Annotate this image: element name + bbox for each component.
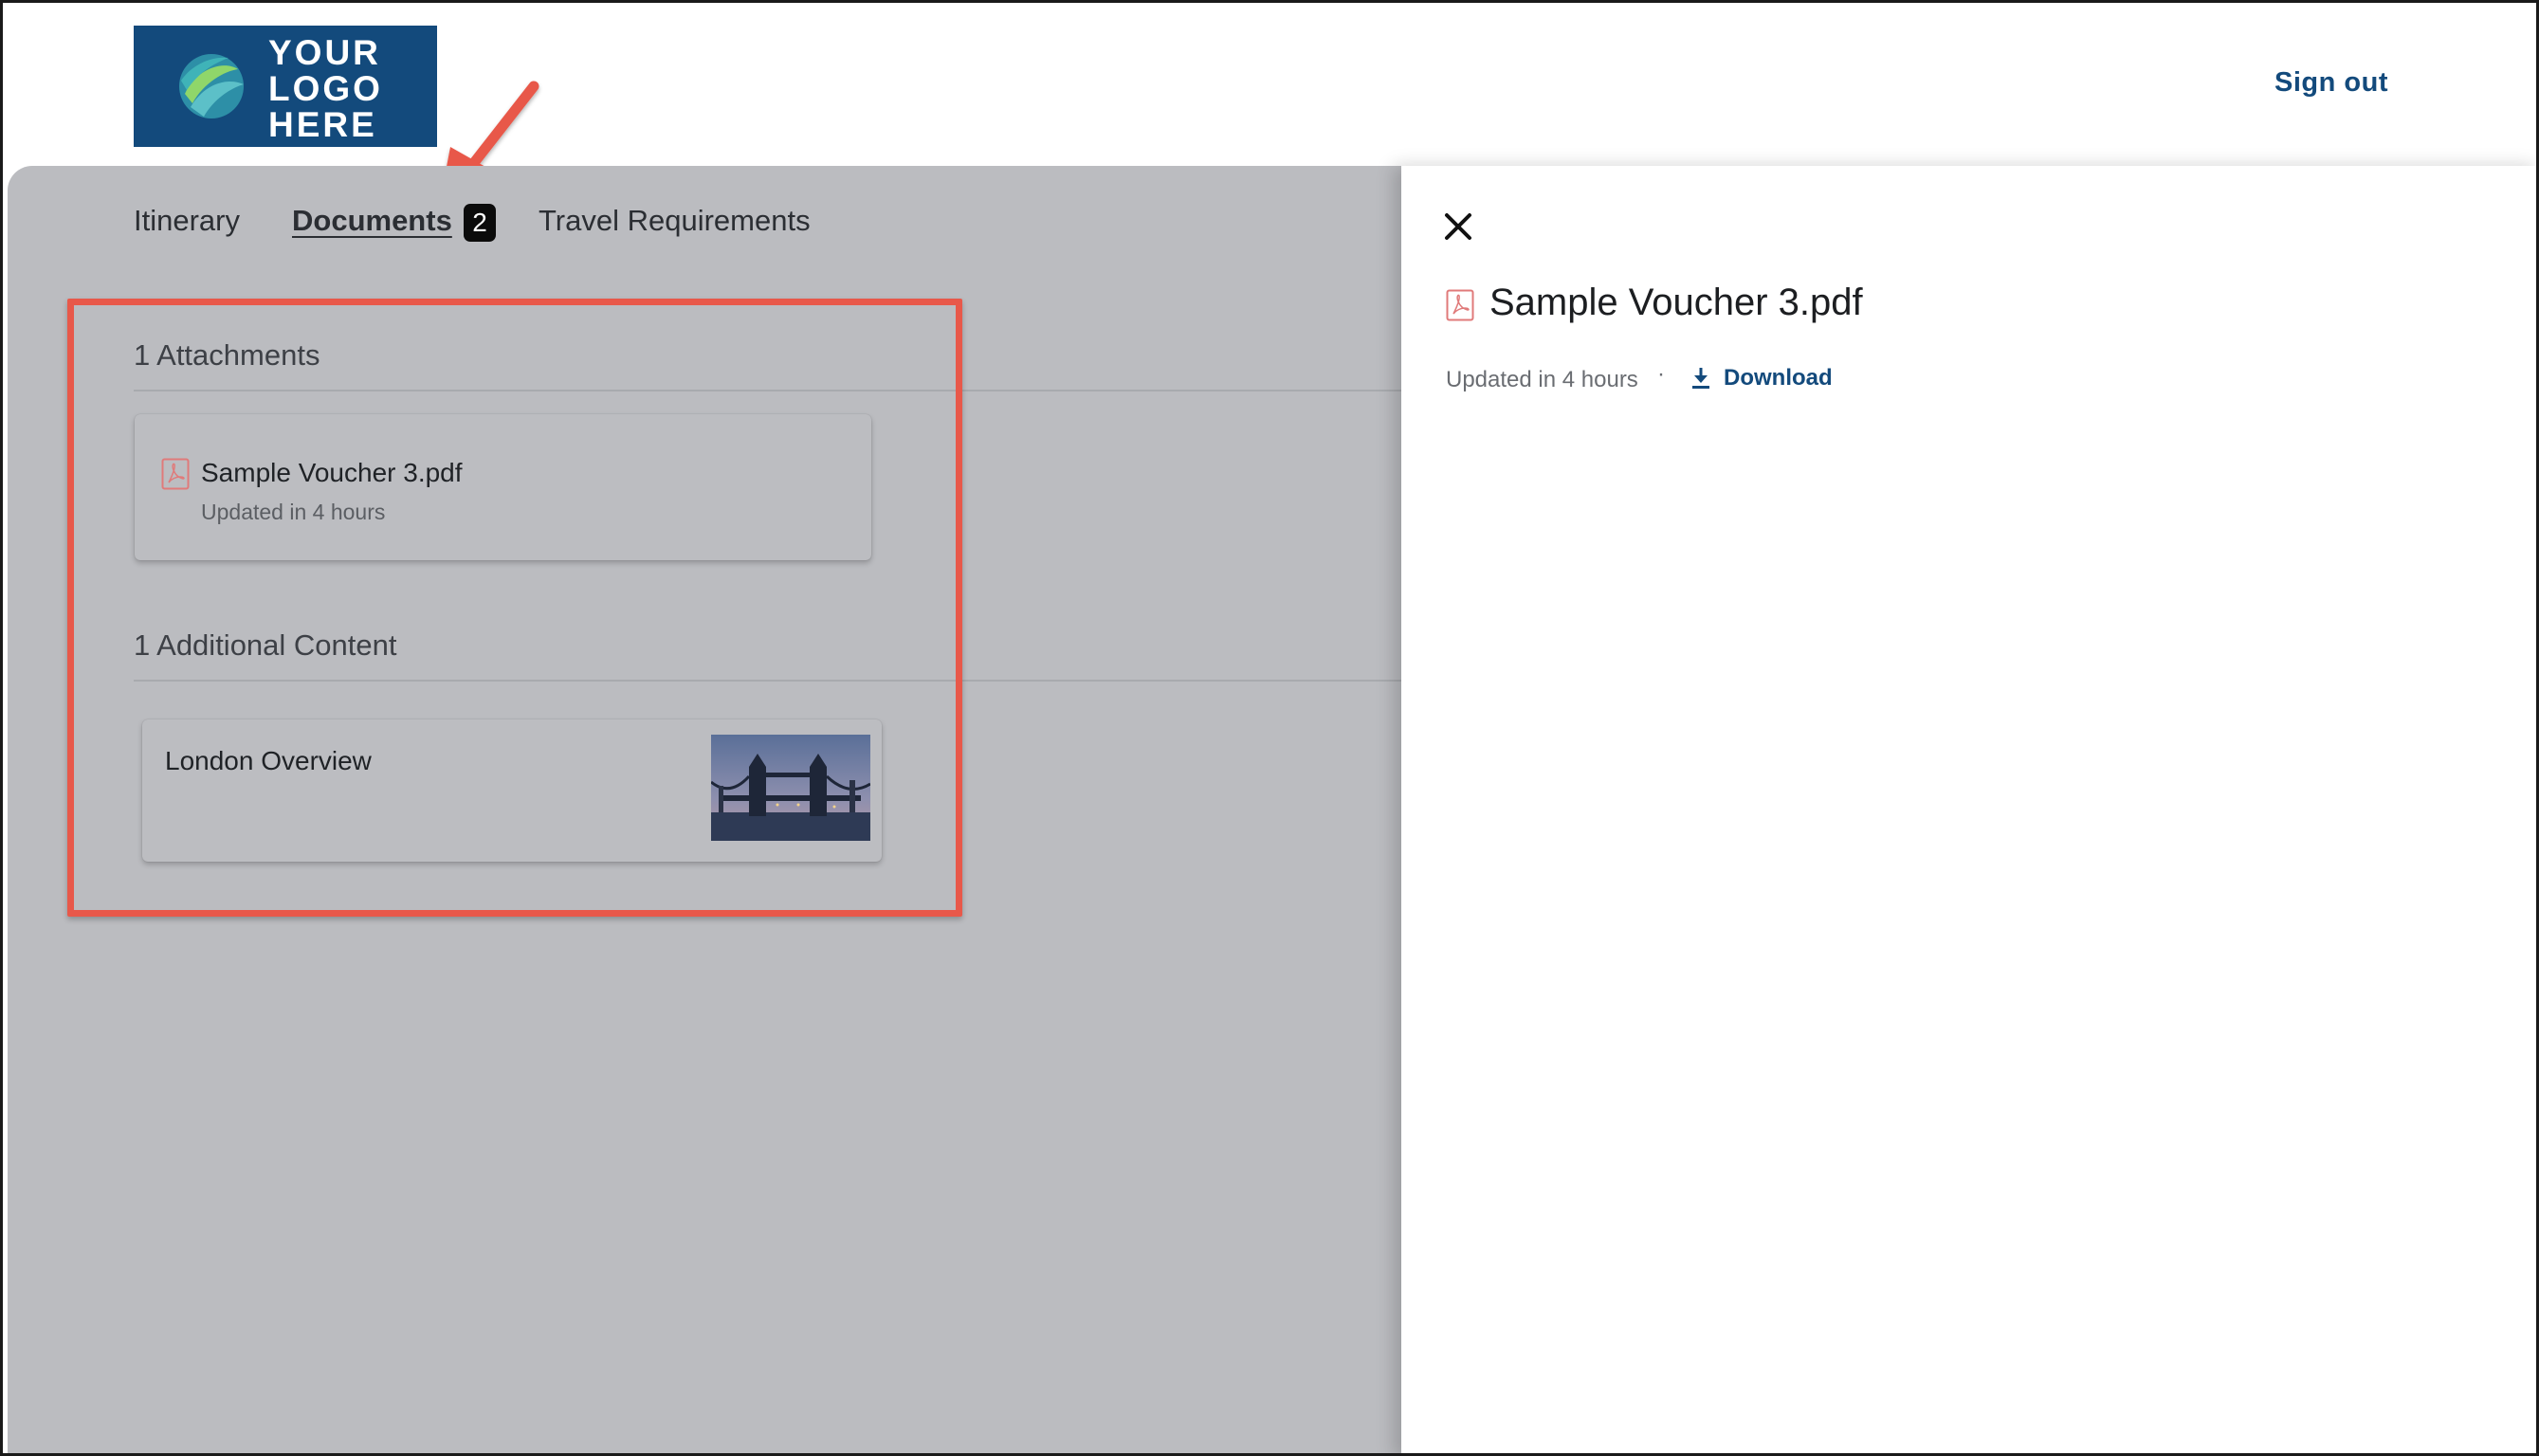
attachment-meta: Updated in 4 hours (201, 500, 386, 524)
attachments-heading: 1 Attachments (134, 338, 320, 372)
download-icon (1692, 368, 1709, 389)
app-window: YOUR LOGO HERE Sign out Itinerary Document… (0, 0, 2539, 1456)
document-preview-drawer: Sample Voucher 3.pdf Updated in 4 hours … (1401, 166, 2536, 1453)
attachment-name: Sample Voucher 3.pdf (201, 458, 463, 487)
documents-count-badge: 2 (464, 204, 496, 242)
tower-bridge-thumbnail (711, 735, 870, 841)
download-button[interactable]: Download (1690, 365, 1833, 391)
divider (134, 390, 1401, 391)
sign-out-link[interactable]: Sign out (2274, 67, 2388, 99)
globe-logo-icon (179, 54, 244, 118)
company-logo[interactable]: YOUR LOGO HERE (134, 26, 437, 147)
additional-content-card[interactable]: London Overview (142, 719, 882, 862)
pdf-icon (161, 458, 190, 490)
documents-page: Itinerary Documents 2 Travel Requirement… (8, 166, 1401, 1453)
drawer-updated-meta: Updated in 4 hours (1446, 367, 1638, 392)
divider (134, 680, 1401, 682)
drawer-title: Sample Voucher 3.pdf (1489, 282, 1863, 323)
logo-text: YOUR LOGO HERE (268, 33, 383, 144)
download-label: Download (1724, 365, 1833, 391)
tab-documents[interactable]: Documents (292, 204, 452, 238)
additional-content-heading: 1 Additional Content (134, 628, 397, 662)
content-title: London Overview (165, 746, 372, 775)
close-icon[interactable] (1441, 209, 1475, 244)
tab-travel-requirements[interactable]: Travel Requirements (539, 204, 811, 238)
pdf-icon (1446, 289, 1474, 321)
meta-separator: · (1657, 361, 1665, 387)
tab-itinerary[interactable]: Itinerary (134, 204, 240, 238)
attachment-card[interactable]: Sample Voucher 3.pdf Updated in 4 hours (135, 414, 871, 560)
